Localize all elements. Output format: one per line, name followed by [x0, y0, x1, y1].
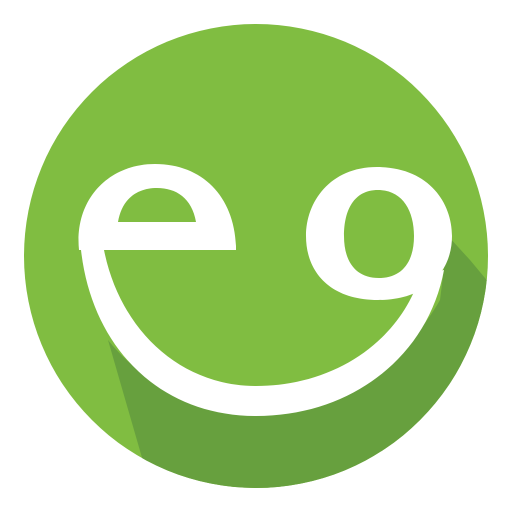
app-logo: eo [0, 0, 512, 512]
smiley-eo-logo-icon [24, 24, 488, 488]
